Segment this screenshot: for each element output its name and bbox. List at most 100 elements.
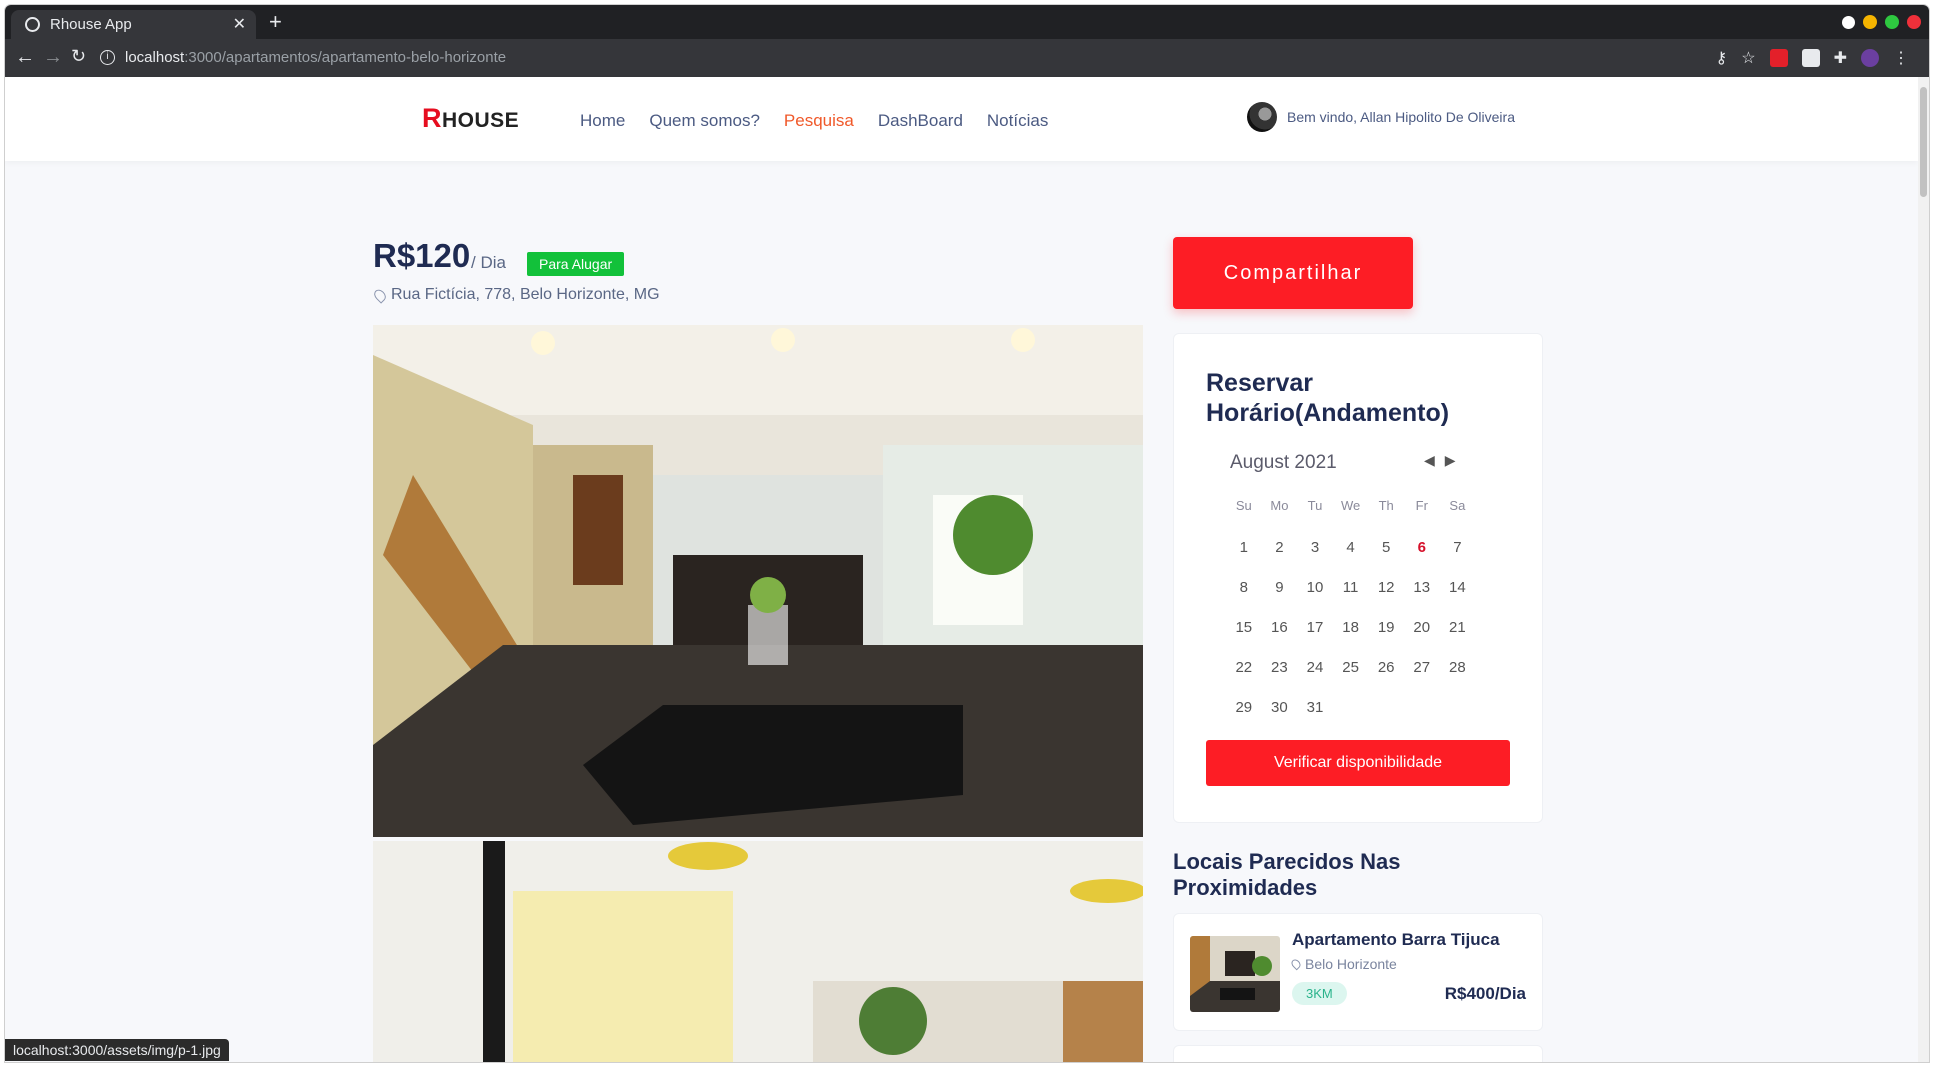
close-window-button[interactable] (1907, 15, 1921, 29)
calendar-nav: ◀▶ (1424, 452, 1466, 469)
tab-title: Rhouse App (50, 16, 132, 33)
calendar-grid: Su Mo Tu We Th Fr Sa 1 2 3 4 5 6 7 8 9 1… (1226, 494, 1475, 728)
distance-badge: 3KM (1292, 982, 1347, 1005)
calendar-day[interactable]: 2 (1262, 528, 1298, 568)
globe-icon (25, 17, 40, 32)
weekday-label: Th (1378, 498, 1394, 513)
calendar-day[interactable]: 20 (1404, 608, 1440, 648)
similar-listing-city: Belo Horizonte (1305, 956, 1397, 972)
booking-title: Reservar Horário(Andamento) (1206, 369, 1450, 427)
forward-icon[interactable]: → (43, 46, 63, 69)
calendar-day[interactable]: 8 (1226, 568, 1262, 608)
calendar-day[interactable]: 27 (1404, 648, 1440, 688)
calendar-day[interactable]: 10 (1297, 568, 1333, 608)
menu-dashboard[interactable]: DashBoard (878, 111, 963, 131)
new-tab-icon[interactable]: + (269, 9, 282, 35)
calendar-day[interactable]: 26 (1368, 648, 1404, 688)
similar-listing-name[interactable]: Apartamento Barra Tijuca (1292, 930, 1500, 950)
site-header: RHOUSE Home Quem somos? Pesquisa DashBoa… (5, 77, 1918, 161)
calendar-day[interactable]: 28 (1440, 648, 1476, 688)
calendar-day-today[interactable]: 6 (1404, 528, 1440, 568)
weekday-label: Su (1235, 498, 1252, 513)
calendar-day[interactable]: 13 (1404, 568, 1440, 608)
calendar-day[interactable]: 9 (1262, 568, 1298, 608)
site-info-icon[interactable]: i (100, 50, 115, 65)
calendar-day[interactable]: 4 (1333, 528, 1369, 568)
browser-toolbar: ← → ↻ i localhost:3000/apartamentos/apar… (5, 39, 1929, 77)
menu-pesquisa[interactable]: Pesquisa (784, 111, 854, 131)
user-menu[interactable]: Bem vindo, Allan Hipolito De Oliveira (1247, 102, 1515, 132)
extension-red-icon[interactable] (1769, 49, 1788, 67)
profile-menu-icon[interactable] (1842, 15, 1855, 29)
site-logo[interactable]: RHOUSE (422, 103, 519, 134)
calendar-day[interactable]: 5 (1368, 528, 1404, 568)
weekday-label: Sa (1449, 498, 1466, 513)
prev-month-icon[interactable]: ◀ (1424, 452, 1445, 468)
weekday-label: Tu (1307, 498, 1323, 513)
similar-listing-card-partial[interactable] (1173, 1045, 1543, 1062)
puzzle-icon[interactable]: ✚ (1834, 48, 1847, 68)
kebab-menu-icon[interactable]: ⋮ (1893, 48, 1909, 68)
menu-quem-somos[interactable]: Quem somos? (649, 111, 760, 131)
address-bar[interactable]: localhost:3000/apartamentos/apartamento-… (125, 49, 506, 66)
calendar-day[interactable]: 29 (1226, 688, 1262, 728)
calendar-day[interactable]: 24 (1297, 648, 1333, 688)
logo-text: HOUSE (442, 109, 520, 132)
next-month-icon[interactable]: ▶ (1445, 452, 1466, 468)
calendar-day[interactable]: 15 (1226, 608, 1262, 648)
listing-price: R$120 (373, 237, 471, 274)
location-pin-icon (1289, 957, 1303, 971)
listing-address: Rua Fictícia, 778, Belo Horizonte, MG (371, 286, 660, 304)
url-host: localhost (125, 49, 185, 66)
similar-listing-price: R$400/Dia (1444, 984, 1526, 1003)
menu-home[interactable]: Home (580, 111, 625, 131)
profile-avatar-icon[interactable] (1861, 49, 1879, 67)
calendar-day[interactable]: 11 (1333, 568, 1369, 608)
calendar-day[interactable]: 19 (1368, 608, 1404, 648)
similar-listing-card[interactable]: Apartamento Barra Tijuca Belo Horizonte … (1173, 913, 1543, 1031)
key-icon[interactable]: ⚷ (1716, 48, 1728, 68)
star-icon[interactable]: ☆ (1741, 48, 1755, 68)
calendar-day[interactable]: 25 (1333, 648, 1369, 688)
calendar-day[interactable]: 16 (1262, 608, 1298, 648)
avatar (1247, 102, 1277, 132)
user-greeting: Bem vindo, Allan Hipolito De Oliveira (1287, 109, 1515, 125)
maximize-button[interactable] (1885, 15, 1899, 29)
calendar-day[interactable]: 7 (1440, 528, 1476, 568)
back-icon[interactable]: ← (15, 46, 35, 69)
browser-tabbar: Rhouse App ✕ + (5, 5, 1929, 39)
listing-photo-kitchen[interactable] (373, 325, 1143, 837)
price-unit: / Dia (471, 253, 506, 272)
calendar-day[interactable]: 31 (1297, 688, 1333, 728)
calendar-day[interactable]: 14 (1440, 568, 1476, 608)
browser-tab[interactable]: Rhouse App ✕ (11, 10, 256, 39)
calendar-day[interactable]: 3 (1297, 528, 1333, 568)
calendar-day[interactable]: 21 (1440, 608, 1476, 648)
similar-places-title: Locais Parecidos Nas Proximidades (1173, 849, 1401, 900)
menu-noticias[interactable]: Notícias (987, 111, 1048, 131)
page-scrollbar[interactable] (1918, 77, 1929, 1062)
share-button[interactable]: Compartilhar (1173, 237, 1413, 309)
logo-r: R (422, 103, 442, 133)
listing-photo-room[interactable] (373, 841, 1143, 1062)
calendar-day[interactable]: 1 (1226, 528, 1262, 568)
reload-icon[interactable]: ↻ (71, 46, 86, 67)
room-photo-image (373, 841, 1143, 1062)
calendar-day[interactable]: 23 (1262, 648, 1298, 688)
main-menu: Home Quem somos? Pesquisa DashBoard Notí… (580, 111, 1048, 131)
similar-listing-location: Belo Horizonte (1289, 956, 1397, 972)
close-tab-icon[interactable]: ✕ (233, 14, 246, 34)
scrollbar-thumb[interactable] (1920, 87, 1927, 197)
check-availability-button[interactable]: Verificar disponibilidade (1206, 740, 1510, 786)
location-pin-icon (371, 286, 389, 304)
minimize-button[interactable] (1863, 15, 1877, 29)
calendar-day[interactable]: 30 (1262, 688, 1298, 728)
browser-window: Rhouse App ✕ + ← → ↻ i localhost:3000/ap… (5, 5, 1929, 1062)
calendar-day[interactable]: 22 (1226, 648, 1262, 688)
calendar-day[interactable]: 12 (1368, 568, 1404, 608)
weekday-label: Mo (1270, 498, 1289, 513)
status-bar-url: localhost:3000/assets/img/p-1.jpg (5, 1039, 229, 1061)
calendar-day[interactable]: 17 (1297, 608, 1333, 648)
extension-grey-icon[interactable] (1801, 49, 1820, 67)
calendar-day[interactable]: 18 (1333, 608, 1369, 648)
